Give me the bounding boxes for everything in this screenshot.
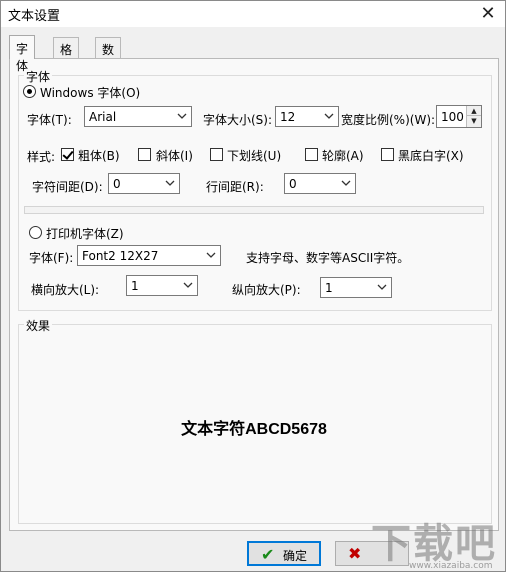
underline-checkbox[interactable] [210, 148, 223, 161]
preview-text: 文本字符ABCD5678 [181, 421, 327, 438]
font-select-value: Arial [89, 110, 117, 124]
style-label: 样式: [27, 150, 56, 164]
width-ratio-spinner[interactable]: 100 ▲ ▼ [436, 105, 482, 128]
font-group-label: 字体 [24, 68, 53, 85]
tab-panel-font: 字体 Windows 字体(O) 字体(T): Arial 字体大小(S): 1… [9, 58, 499, 531]
italic-checkbox-label: 斜体(I) [156, 149, 193, 163]
line-spacing-label: 行间距(R): [206, 180, 264, 194]
chevron-down-icon [340, 177, 352, 189]
font-select[interactable]: Arial [84, 106, 192, 127]
width-ratio-value: 100 [441, 110, 464, 124]
bold-checkbox[interactable] [61, 148, 74, 161]
printer-font-note: 支持字母、数字等ASCII字符。 [246, 251, 410, 265]
close-icon[interactable]: ✕ [477, 4, 499, 24]
chevron-down-icon [176, 110, 188, 122]
printer-font-radio-label: 打印机字体(Z) [46, 227, 124, 241]
outline-checkbox-label: 轮廓(A) [322, 149, 364, 163]
tab-datasource[interactable]: 数据源 [95, 37, 122, 91]
italic-checkbox[interactable] [138, 148, 151, 161]
windows-font-radio-label: Windows 字体(O) [40, 86, 141, 100]
checkmark-icon: ✔ [261, 545, 275, 564]
chevron-down-icon [376, 281, 388, 293]
windows-font-radio[interactable] [23, 85, 36, 98]
chevron-down-icon [182, 279, 194, 291]
h-scale-select[interactable]: 1 [126, 275, 198, 296]
v-scale-select[interactable]: 1 [320, 277, 392, 298]
ok-button[interactable]: ✔ 确定 [247, 541, 321, 566]
effect-group-label: 效果 [24, 317, 53, 334]
spinner-buttons: ▲ ▼ [466, 106, 481, 127]
font-label: 字体(T): [27, 113, 72, 127]
bold-checkbox-label: 粗体(B) [78, 149, 120, 163]
underline-checkbox-label: 下划线(U) [227, 149, 282, 163]
window-title: 文本设置 [8, 9, 61, 24]
char-spacing-value: 0 [113, 177, 121, 191]
outline-checkbox[interactable] [305, 148, 318, 161]
separator-bar [24, 206, 484, 214]
chevron-down-icon [164, 177, 176, 189]
ok-button-label: 确定 [283, 549, 308, 563]
printer-font-radio[interactable] [29, 226, 42, 239]
font-size-label: 字体大小(S): [203, 113, 273, 127]
printer-font-value: Font2 12X27 [82, 249, 159, 263]
printer-font-select[interactable]: Font2 12X27 [77, 245, 221, 266]
chevron-down-icon [323, 110, 335, 122]
tab-format[interactable]: 格式 [53, 37, 80, 74]
cancel-x-icon: ✖ [348, 544, 362, 563]
inverse-checkbox-label: 黑底白字(X) [398, 149, 464, 163]
line-spacing-value: 0 [289, 177, 297, 191]
text-settings-dialog: 文本设置 ✕ 字体 格式 数据源 字体 Windows 字体(O) 字体(T):… [0, 0, 506, 572]
v-scale-value: 1 [325, 281, 333, 295]
font-size-value: 12 [280, 110, 296, 124]
char-spacing-select[interactable]: 0 [108, 173, 180, 194]
char-spacing-label: 字符间距(D): [32, 180, 103, 194]
h-scale-value: 1 [131, 279, 139, 293]
chevron-down-icon [205, 249, 217, 261]
printer-font-label: 字体(F): [29, 251, 74, 265]
font-size-select[interactable]: 12 [275, 106, 339, 127]
title-bar: 文本设置 ✕ [1, 1, 505, 27]
h-scale-label: 横向放大(L): [31, 283, 100, 297]
tab-font[interactable]: 字体 [9, 35, 36, 73]
line-spacing-select[interactable]: 0 [284, 173, 356, 194]
watermark-url: www.xiazaiba.com [409, 561, 493, 571]
spin-down-icon[interactable]: ▼ [467, 116, 481, 126]
width-ratio-label: 宽度比例(%)(W): [341, 113, 436, 127]
v-scale-label: 纵向放大(P): [232, 283, 301, 297]
inverse-checkbox[interactable] [381, 148, 394, 161]
spin-up-icon[interactable]: ▲ [467, 106, 481, 116]
